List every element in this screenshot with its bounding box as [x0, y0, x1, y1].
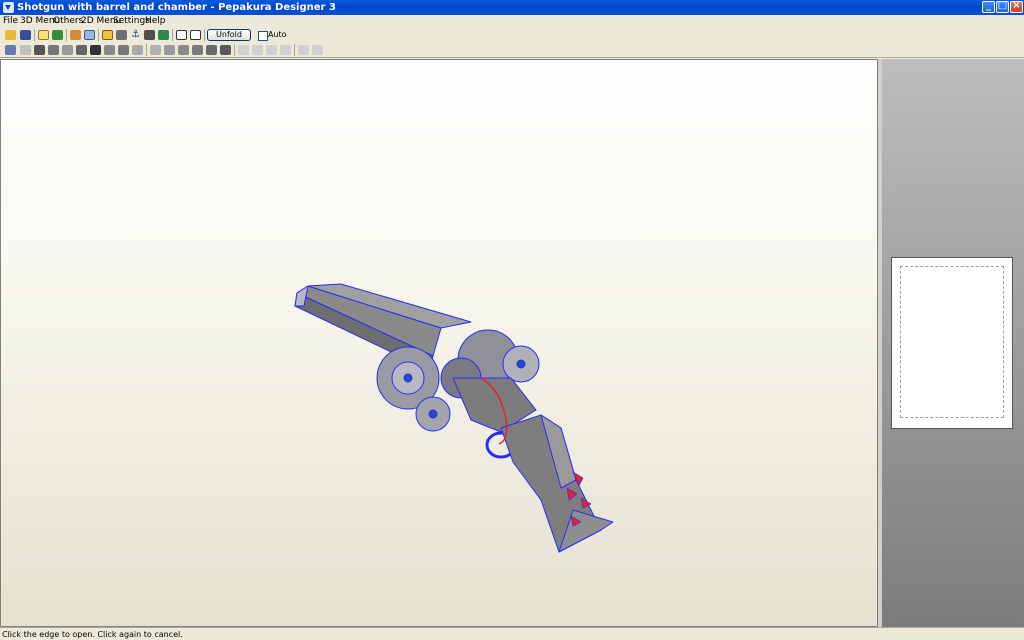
- menu-others[interactable]: Others: [53, 16, 83, 27]
- select-icon[interactable]: [5, 45, 16, 55]
- scale-icon[interactable]: [118, 45, 129, 55]
- align-bottom-icon[interactable]: [280, 45, 291, 55]
- main-toolbar: ⚓ Unfold Auto: [0, 28, 1024, 42]
- window-split-icon[interactable]: [190, 30, 201, 40]
- cut-icon[interactable]: [76, 45, 87, 55]
- 3d-view[interactable]: [0, 59, 878, 627]
- edge-icon[interactable]: [90, 45, 101, 55]
- mirror-icon[interactable]: [206, 45, 217, 55]
- minimize-button[interactable]: _: [982, 0, 995, 13]
- status-text: Click the edge to open. Click again to c…: [2, 630, 183, 639]
- flap-edit-icon[interactable]: [104, 45, 115, 55]
- join-icon[interactable]: [48, 45, 59, 55]
- app-icon[interactable]: [3, 2, 14, 13]
- open-folder-icon[interactable]: [5, 30, 16, 40]
- lightbulb-icon[interactable]: [38, 30, 49, 40]
- rotate-icon[interactable]: [34, 45, 45, 55]
- align-top-icon[interactable]: [266, 45, 277, 55]
- align-icon[interactable]: [150, 45, 161, 55]
- fold-icon[interactable]: [62, 45, 73, 55]
- menu-bar: File 3D Menu Others 2D Menu Settings Hel…: [0, 15, 1024, 28]
- undo-icon[interactable]: [298, 45, 309, 55]
- anchor-icon[interactable]: ⚓: [130, 30, 141, 40]
- group-icon[interactable]: [178, 45, 189, 55]
- tools-toolbar: [0, 43, 1024, 58]
- move-icon[interactable]: [20, 45, 31, 55]
- align-right-icon[interactable]: [252, 45, 263, 55]
- menu-file[interactable]: File: [3, 16, 18, 27]
- shotgun-3d-model: [294, 283, 614, 553]
- flap-icon[interactable]: [158, 30, 169, 40]
- distribute-icon[interactable]: [164, 45, 175, 55]
- close-button[interactable]: ×: [1010, 0, 1023, 13]
- auto-label: Auto: [268, 30, 287, 39]
- status-bar: Click the edge to open. Click again to c…: [0, 627, 1024, 640]
- ungroup-icon[interactable]: [192, 45, 203, 55]
- paper-icon[interactable]: [84, 30, 95, 40]
- print-margin: [900, 266, 1004, 418]
- align-left-icon[interactable]: [238, 45, 249, 55]
- view-icon[interactable]: [116, 30, 127, 40]
- maximize-button[interactable]: □: [996, 0, 1009, 13]
- window-title: Shotgun with barrel and chamber - Pepaku…: [17, 2, 336, 13]
- unfold-button[interactable]: Unfold: [207, 29, 251, 41]
- texture-cube-icon[interactable]: [52, 30, 63, 40]
- piece-icon[interactable]: [144, 30, 155, 40]
- auto-checkbox[interactable]: [258, 31, 268, 41]
- layer-icon[interactable]: [220, 45, 231, 55]
- 2d-view[interactable]: [882, 59, 1024, 627]
- redo-icon[interactable]: [312, 45, 323, 55]
- unfold-tool-icon[interactable]: [70, 30, 81, 40]
- save-disk-icon[interactable]: [20, 30, 31, 40]
- window-single-icon[interactable]: [176, 30, 187, 40]
- title-bar: Shotgun with barrel and chamber - Pepaku…: [0, 0, 1024, 15]
- edit-pencil-icon[interactable]: [102, 30, 113, 40]
- paper-sheet: [891, 257, 1013, 429]
- text-icon[interactable]: [132, 45, 143, 55]
- menu-help[interactable]: Help: [145, 16, 166, 27]
